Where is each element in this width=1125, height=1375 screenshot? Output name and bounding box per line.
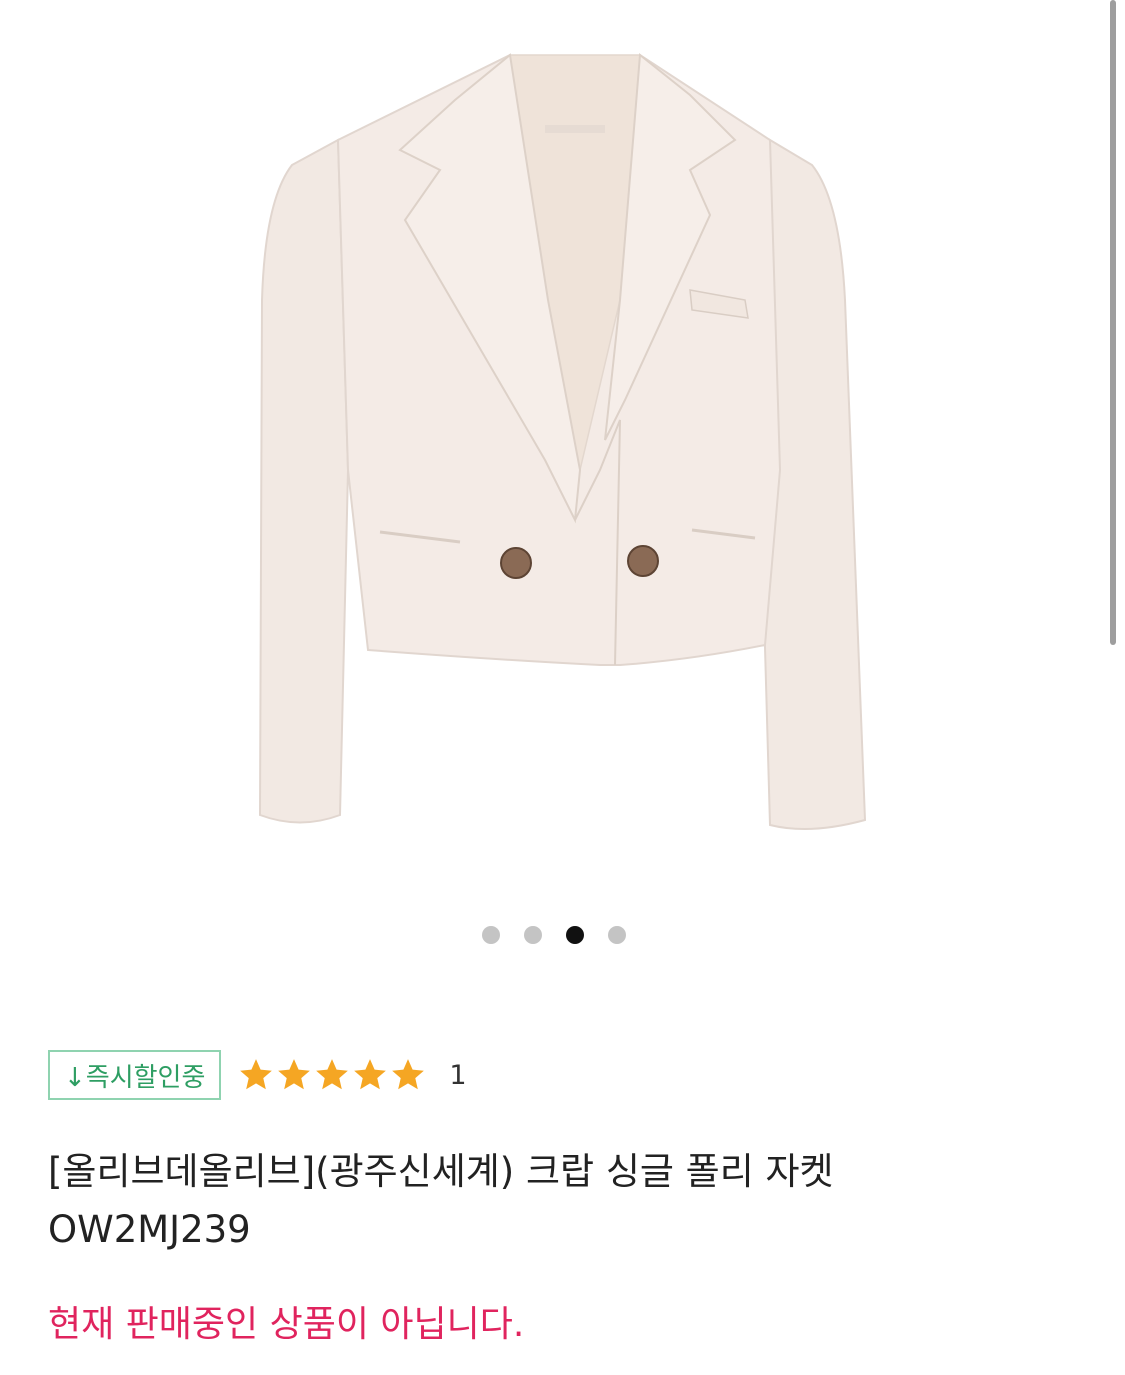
jacket-inner-label: [545, 125, 605, 133]
product-image[interactable]: [0, 0, 1108, 900]
carousel-pagination: [0, 924, 1108, 946]
instant-discount-badge: ↓즉시할인중: [48, 1050, 222, 1100]
jacket-left-sleeve: [258, 138, 350, 824]
rating-stars[interactable]: [237, 1056, 427, 1094]
jacket-button-left: [500, 547, 532, 579]
sale-status-message: 현재 판매중인 상품이 아닙니다.: [48, 1304, 525, 1345]
star-icon: [240, 1059, 273, 1090]
product-meta-row: ↓즉시할인중 1: [48, 1048, 467, 1102]
product-code: OW2MJ239: [48, 1208, 251, 1251]
star-icon: [354, 1059, 387, 1090]
jacket-button-right: [627, 545, 659, 577]
product-title: [올리브데올리브](광주신세계) 크랍 싱글 폴리 자켓: [48, 1150, 834, 1193]
carousel-dot-2[interactable]: [524, 926, 542, 944]
carousel-dot-4[interactable]: [608, 926, 626, 944]
scrollbar[interactable]: [1108, 0, 1118, 660]
scrollbar-thumb[interactable]: [1110, 0, 1116, 645]
carousel-dot-1[interactable]: [482, 926, 500, 944]
star-icon: [392, 1059, 425, 1090]
jacket-illustration: [258, 53, 867, 830]
star-icon: [278, 1059, 311, 1090]
star-icon: [316, 1059, 349, 1090]
carousel-dot-3-active[interactable]: [566, 926, 584, 944]
review-count[interactable]: 1: [449, 1060, 466, 1091]
